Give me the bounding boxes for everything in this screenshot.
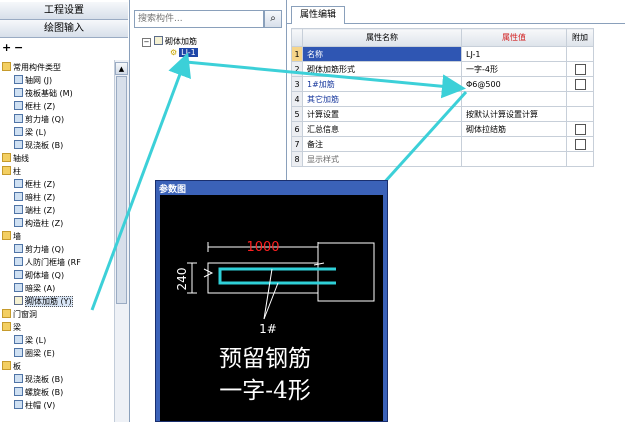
dim-height-label: 240 — [175, 268, 189, 291]
reinforcement-diagram: 1000 240 1# 预留钢筋 一字-4形 — [175, 240, 375, 404]
wall-block — [317, 242, 375, 302]
caption-line-2: 一字-4形 — [219, 378, 310, 404]
arrow-component-to-property — [185, 60, 466, 99]
rebar-bar — [218, 267, 336, 285]
dim-length-label: 1000 — [246, 240, 279, 255]
caption-line-1: 预留钢筋 — [219, 346, 311, 372]
leader-line — [263, 282, 279, 320]
bar-label: 1# — [259, 322, 277, 336]
parameter-diagram-canvas: 1000 240 1# 预留钢筋 一字-4形 — [160, 195, 383, 421]
parameter-diagram-dialog[interactable]: 参数图 1000 240 1# 预留钢筋 一字-4形 — [155, 180, 388, 422]
dialog-title: 参数图 — [159, 185, 187, 195]
